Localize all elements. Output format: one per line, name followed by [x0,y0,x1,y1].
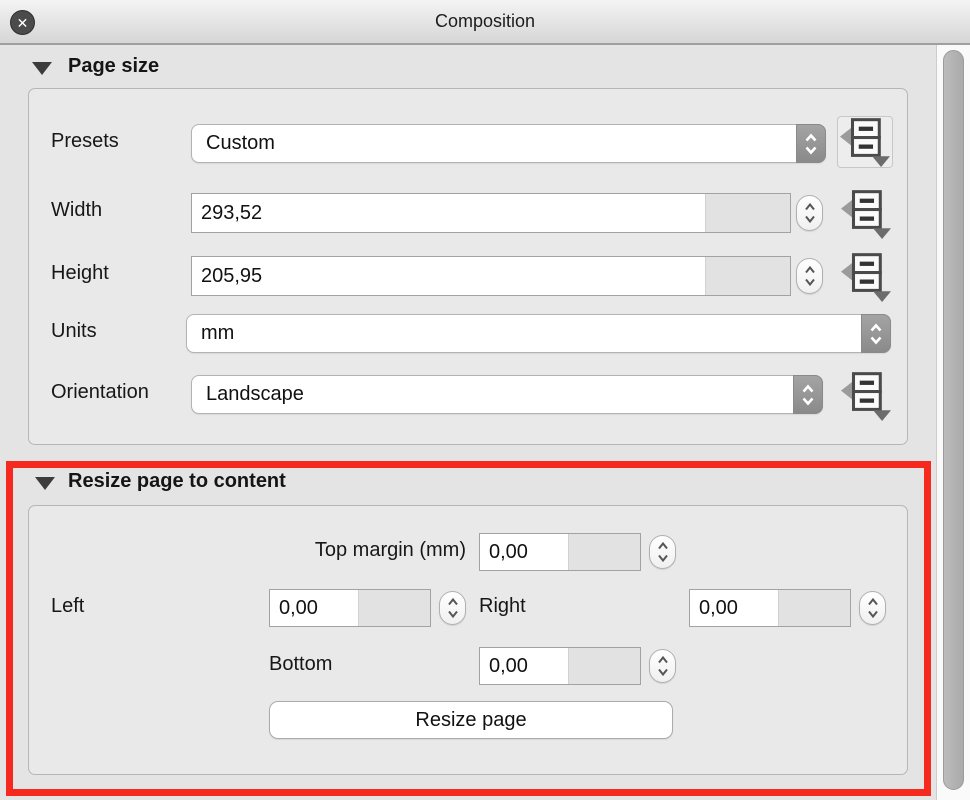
right-margin-label: Right [479,595,526,618]
top-margin-spinbox[interactable] [479,533,641,571]
left-margin-input[interactable] [270,590,358,626]
units-label: Units [51,320,97,343]
window-titlebar: ✕ Composition [0,0,970,45]
bottom-margin-spinbox[interactable] [479,647,641,685]
top-margin-label: Top margin (mm) [209,539,466,562]
spinbox-fill-segment [568,534,640,570]
chevron-updown-icon [657,540,669,564]
height-data-defined-override-button[interactable] [839,252,895,304]
resize-section-header[interactable]: Resize page to content [68,470,286,493]
resize-page-button[interactable]: Resize page [269,701,673,739]
window-title: Composition [0,11,970,32]
right-margin-input[interactable] [690,590,778,626]
presets-value: Custom [206,132,275,155]
data-defined-override-icon [839,189,893,239]
width-spinbox[interactable] [191,193,791,233]
height-stepper[interactable] [796,258,823,294]
data-defined-override-icon [839,252,893,302]
top-margin-stepper[interactable] [649,535,676,569]
collapse-triangle-icon[interactable] [35,477,55,490]
left-margin-stepper[interactable] [439,591,466,625]
bottom-margin-label: Bottom [269,653,332,676]
chevron-updown-icon [804,264,816,288]
presets-data-defined-override-button[interactable] [837,116,893,168]
spinbox-fill-segment [358,590,430,626]
presets-combobox[interactable]: Custom [191,124,826,163]
left-margin-label: Left [51,595,84,618]
bottom-margin-input[interactable] [480,648,568,684]
top-margin-input[interactable] [480,534,568,570]
page-size-groupbox: Presets Custom Width [28,88,908,445]
width-stepper[interactable] [796,195,823,231]
orientation-value: Landscape [206,383,304,406]
chevron-updown-icon [657,654,669,678]
scrollbar-thumb[interactable] [943,50,964,790]
chevron-updown-icon [796,124,826,163]
data-defined-override-icon [838,117,892,167]
height-input[interactable] [192,257,697,295]
orientation-combobox[interactable]: Landscape [191,375,823,414]
chevron-updown-icon [861,314,891,353]
left-margin-spinbox[interactable] [269,589,431,627]
chevron-updown-icon [804,201,816,225]
orientation-data-defined-override-button[interactable] [839,371,895,423]
orientation-label: Orientation [51,381,149,404]
spinbox-fill-segment [568,648,640,684]
collapse-triangle-icon[interactable] [32,62,52,75]
presets-label: Presets [51,130,119,153]
resize-groupbox: Top margin (mm) Left Right Bottom Resize… [28,505,908,775]
height-label: Height [51,262,109,285]
chevron-updown-icon [447,596,459,620]
spinbox-fill-segment [778,590,850,626]
chevron-updown-icon [793,375,823,414]
vertical-scrollbar[interactable] [936,45,970,800]
units-value: mm [201,322,234,345]
page-size-section-header[interactable]: Page size [68,55,159,78]
right-margin-spinbox[interactable] [689,589,851,627]
width-input[interactable] [192,194,697,232]
units-combobox[interactable]: mm [186,314,891,353]
width-data-defined-override-button[interactable] [839,189,895,241]
spinbox-fill-segment [705,257,790,295]
right-margin-stepper[interactable] [859,591,886,625]
width-label: Width [51,199,102,222]
data-defined-override-icon [839,371,893,421]
bottom-margin-stepper[interactable] [649,649,676,683]
spinbox-fill-segment [705,194,790,232]
chevron-updown-icon [867,596,879,620]
height-spinbox[interactable] [191,256,791,296]
